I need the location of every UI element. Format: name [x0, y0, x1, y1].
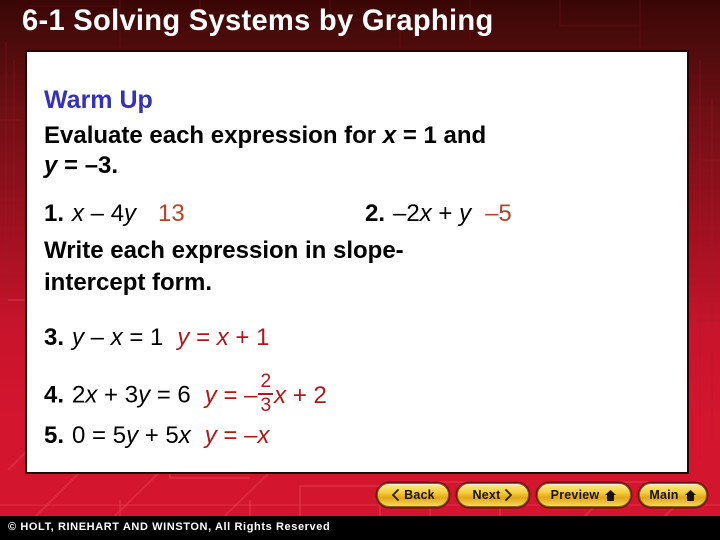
- problem-2-number: 2.: [365, 200, 386, 227]
- problem-3-answer-y: y: [177, 324, 190, 351]
- preview-button-label: Preview: [550, 487, 600, 502]
- problem-2: 2. –2x + y –5: [365, 200, 512, 228]
- instruction-line-2: y = –3.: [44, 152, 118, 180]
- problem-5-var-y: y: [126, 422, 139, 449]
- problem-3-answer-tail: + 1: [228, 324, 270, 351]
- instruction-var-y: y: [44, 152, 58, 179]
- problem-3-number: 3.: [44, 324, 65, 351]
- problem-4: 4. 2x + 3y = 6y = –2 3 x + 2: [44, 372, 327, 415]
- problem-5-var-x: x: [178, 422, 191, 449]
- problem-5-middle: + 5: [138, 422, 179, 449]
- problem-1-var-x: x: [72, 200, 85, 227]
- instruction-text-1: Evaluate each expression for: [44, 122, 383, 149]
- problem-2-answer: –5: [485, 200, 512, 227]
- problem-4-lead: 2: [72, 381, 86, 409]
- title-band: 6-1 Solving Systems by Graphing: [0, 0, 720, 48]
- problem-5-answer-y: y: [204, 422, 217, 449]
- problem-1: 1. x – 4y 13: [44, 200, 185, 228]
- problem-1-number: 1.: [44, 200, 65, 227]
- problem-5-number: 5.: [44, 422, 65, 449]
- problem-4-tail: = 6: [150, 381, 191, 409]
- problem-4-answer-x: x: [274, 381, 287, 409]
- problem-4-answer-y: y: [204, 381, 217, 409]
- fraction-numerator: 2: [260, 371, 272, 392]
- problem-4-var-y: y: [138, 381, 151, 409]
- main-button-label: Main: [649, 487, 679, 502]
- home-icon: [604, 489, 617, 502]
- instruction-tail-2: = –3.: [57, 152, 119, 179]
- problem-3-var-x: x: [110, 324, 123, 351]
- preview-button[interactable]: Preview: [537, 483, 631, 507]
- back-button[interactable]: Back: [377, 483, 449, 507]
- problem-2-lead: –2: [393, 200, 420, 227]
- problem-5: 5. 0 = 5y + 5x y = –x: [44, 422, 269, 450]
- problem-5-lead: 0 = 5: [72, 422, 127, 449]
- problem-4-number: 4.: [44, 381, 65, 409]
- problem-5-answer: y = –x: [205, 422, 270, 449]
- problem-4-var-x: x: [85, 381, 98, 409]
- main-button[interactable]: Main: [639, 483, 707, 507]
- footer-bar: © HOLT, RINEHART AND WINSTON, All Rights…: [0, 516, 720, 540]
- problem-3-answer-x: x: [216, 324, 229, 351]
- problem-4-middle: + 3: [97, 381, 139, 409]
- problem-3-answer: y = x + 1: [177, 324, 269, 351]
- instruction-line-3: Write each expression in slope-: [44, 237, 404, 264]
- home-icon: [684, 489, 697, 502]
- instruction-line-1: Evaluate each expression for x = 1 and: [44, 122, 486, 150]
- problem-1-var-y: y: [124, 200, 137, 227]
- problem-4-answer-tail: + 2: [286, 381, 327, 409]
- next-button[interactable]: Next: [457, 483, 529, 507]
- problem-5-answer-eq: = –: [216, 422, 258, 449]
- problem-3-var-y: y: [72, 324, 85, 351]
- instruction-tail-1: = 1 and: [396, 122, 487, 149]
- navigation-bar: Back Next Preview Main: [0, 483, 720, 509]
- chevron-left-icon: [391, 489, 400, 501]
- problem-4-answer-eq: = –: [216, 381, 258, 409]
- problem-1-middle: – 4: [84, 200, 125, 227]
- back-button-label: Back: [404, 487, 435, 502]
- problem-1-answer: 13: [158, 200, 185, 227]
- problem-5-answer-x: x: [257, 422, 270, 449]
- problem-2-var-x: x: [419, 200, 432, 227]
- problem-3: 3. y – x = 1 y = x + 1: [44, 324, 269, 352]
- problem-3-tail: = 1: [122, 324, 164, 351]
- instruction-line-4: intercept form.: [44, 269, 213, 296]
- problem-4-answer-fraction: 23: [258, 371, 274, 416]
- problem-2-var-y: y: [459, 200, 472, 227]
- copyright-text: © HOLT, RINEHART AND WINSTON, All Rights…: [8, 521, 331, 533]
- problem-2-middle: +: [431, 200, 460, 227]
- slide-root: 6-1 Solving Systems by Graphing Warm Up …: [0, 0, 720, 540]
- warm-up-heading: Warm Up: [44, 86, 153, 114]
- content-panel: Warm Up Evaluate each expression for x =…: [25, 50, 689, 474]
- instruction-var-x: x: [382, 122, 397, 149]
- problem-4-answer: y = –2 3 x + 2: [204, 372, 327, 415]
- problem-3-middle: –: [84, 324, 111, 351]
- problem-3-answer-eq: =: [189, 324, 217, 351]
- next-button-label: Next: [472, 487, 501, 502]
- chevron-right-icon: [505, 489, 513, 501]
- fraction-denominator: 3: [260, 394, 272, 416]
- page-title: 6-1 Solving Systems by Graphing: [22, 4, 494, 37]
